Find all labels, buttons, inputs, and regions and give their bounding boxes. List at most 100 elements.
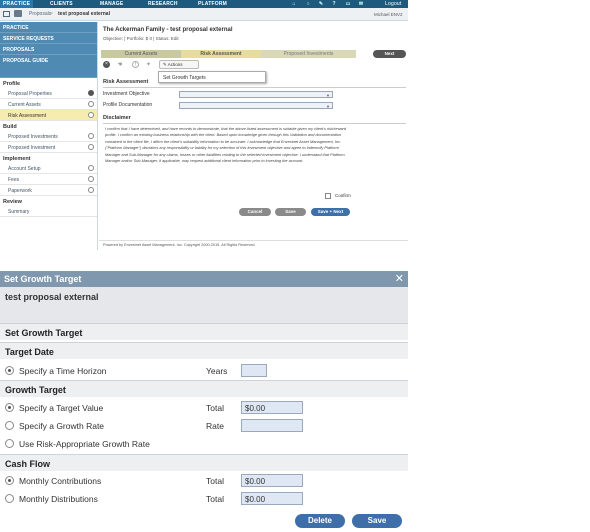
divider — [99, 240, 408, 241]
sidebar-item-summary[interactable]: Summary — [0, 206, 97, 217]
growth-rate-label: Specify a Growth Rate — [19, 421, 105, 431]
breadcrumb-separator: > — [50, 11, 53, 17]
step-risk-assessment[interactable]: Risk Assessment — [181, 50, 261, 58]
item-label: Paperwork — [8, 188, 32, 194]
total-label: Total — [206, 403, 224, 413]
distrib-total-label: Total — [206, 494, 224, 504]
target-value-label: Specify a Target Value — [19, 403, 104, 413]
confirm-checkbox[interactable] — [325, 193, 331, 199]
proposal-name: test proposal external — [5, 292, 99, 302]
dialog-header: Set Growth Target ✕ — [0, 271, 408, 287]
menu-item-set-growth-targets[interactable]: Set Growth Targets — [158, 71, 266, 83]
nav-research[interactable]: RESEARCH — [148, 1, 178, 7]
radio-monthly-contributions[interactable] — [5, 476, 14, 485]
nav-manage[interactable]: MANAGE — [100, 1, 123, 7]
sidebar-practice[interactable]: PRACTICE — [0, 22, 97, 33]
item-label: Fees — [8, 177, 20, 183]
layers-icon — [14, 10, 22, 17]
delete-icon[interactable]: × — [103, 61, 110, 68]
radio-risk-appropriate[interactable] — [5, 439, 14, 448]
item-label: Risk Assessment — [8, 113, 47, 119]
info-icon[interactable]: ! — [132, 61, 139, 68]
sidebar-item-fees[interactable]: Fees — [0, 174, 97, 185]
main-panel: The Ackerman Family - test proposal exte… — [99, 22, 408, 250]
dialog-heading: Set Growth Target — [0, 323, 408, 340]
item-label: Proposed Investments — [8, 134, 58, 140]
save-next-button[interactable]: Save + Next — [311, 208, 350, 216]
nav-practice[interactable]: PRACTICE — [0, 0, 34, 8]
target-total-input[interactable]: $0.00 — [241, 401, 303, 414]
help-icon[interactable]: ? — [331, 1, 337, 7]
step-current-assets[interactable]: Current Assets — [101, 50, 181, 58]
bulb-icon[interactable]: ✦ — [146, 61, 151, 68]
risk-appropriate-label: Use Risk-Appropriate Growth Rate — [19, 439, 150, 449]
delete-button[interactable]: Delete — [295, 514, 345, 528]
sidebar-item-risk-assessment[interactable]: Risk Assessment — [0, 110, 97, 121]
contrib-total-input[interactable]: $0.00 — [241, 474, 303, 487]
panel-toggle-icon[interactable] — [3, 11, 10, 17]
wrench-icon[interactable]: ✎ — [318, 1, 324, 7]
chat-icon[interactable]: ▭ — [345, 1, 351, 7]
actions-label: Actions — [167, 62, 183, 67]
status-circle-icon — [88, 112, 94, 118]
footer-text: Powered by Envestnet Asset Management, I… — [103, 243, 256, 247]
chevron-down-icon: ▼ — [326, 93, 330, 98]
user-name[interactable]: Michael ENV2 — [374, 12, 403, 17]
sidebar-item-proposed-investment[interactable]: Proposed Investment — [0, 142, 97, 153]
sidebar-item-proposal-properties[interactable]: Proposal Properties — [0, 88, 97, 99]
years-input[interactable] — [241, 364, 267, 377]
home-icon[interactable]: ⌂ — [291, 1, 297, 7]
radio-target-value[interactable] — [5, 403, 14, 412]
rate-input[interactable] — [241, 419, 303, 432]
dialog-title: Set Growth Target — [4, 274, 82, 284]
item-label: Proposed Investment — [8, 145, 56, 151]
section-growth-target: Growth Target — [0, 380, 408, 397]
distrib-total-input[interactable]: $0.00 — [241, 492, 303, 505]
sidebar-proposals[interactable]: PROPOSALS — [0, 44, 97, 55]
step-proposed-investments[interactable]: Proposed Investments — [261, 50, 356, 58]
profile-documentation-select[interactable]: ▼ — [179, 102, 333, 109]
top-nav: PRACTICE CLIENTS MANAGE RESEARCH PLATFOR… — [0, 0, 408, 8]
section-cash-flow: Cash Flow — [0, 454, 408, 471]
item-label: Summary — [8, 209, 30, 215]
hand-icon[interactable]: ☚ — [117, 61, 122, 68]
contrib-total-label: Total — [206, 476, 224, 486]
complete-icon — [88, 90, 94, 96]
status-circle-icon — [88, 165, 94, 171]
sidebar-item-account-setup[interactable]: Account Setup — [0, 163, 97, 174]
section-build: Build — [3, 124, 17, 130]
cancel-button[interactable]: Cancel — [239, 208, 271, 216]
section-target-date: Target Date — [0, 342, 408, 359]
chevron-down-icon: ▼ — [326, 104, 330, 109]
sidebar: PRACTICE SERVICE REQUESTS PROPOSALS PROP… — [0, 22, 98, 250]
close-icon[interactable]: ✕ — [395, 272, 404, 285]
radio-growth-rate[interactable] — [5, 421, 14, 430]
mail-icon[interactable]: ✉ — [358, 1, 364, 7]
sidebar-proposal-guide[interactable]: PROPOSAL GUIDE — [0, 55, 97, 78]
radio-monthly-distributions[interactable] — [5, 494, 14, 503]
sidebar-item-current-assets[interactable]: Current Assets — [0, 99, 97, 110]
dialog-subheader: test proposal external — [0, 287, 408, 323]
next-button[interactable]: Next — [373, 50, 406, 58]
nav-platform[interactable]: PLATFORM — [198, 1, 227, 7]
investment-objective-select[interactable]: ▼ — [179, 91, 333, 98]
proposal-meta: Objective: | Portfolio: $ 0 | Status: Ed… — [103, 36, 179, 41]
sidebar-item-proposed-investments[interactable]: Proposed Investments — [0, 131, 97, 142]
item-label: Account Setup — [8, 166, 41, 172]
sidebar-item-paperwork[interactable]: Paperwork — [0, 185, 97, 196]
status-circle-icon — [88, 101, 94, 107]
page-title: The Ackerman Family - test proposal exte… — [103, 27, 233, 33]
search-icon[interactable]: ○ — [305, 1, 311, 7]
sidebar-service-requests[interactable]: SERVICE REQUESTS — [0, 33, 97, 44]
nav-clients[interactable]: CLIENTS — [50, 1, 73, 7]
dialog-save-button[interactable]: Save — [352, 514, 402, 528]
investment-objective-label: Investment Objective — [103, 91, 150, 97]
save-button[interactable]: Save — [275, 208, 306, 216]
actions-dropdown[interactable]: ✎ Actions — [159, 60, 199, 69]
radio-time-horizon[interactable] — [5, 366, 14, 375]
profile-documentation-label: Profile Documentation — [103, 102, 153, 108]
status-circle-icon — [88, 176, 94, 182]
logout-link[interactable]: Logout — [385, 1, 402, 7]
rate-label: Rate — [206, 421, 224, 431]
breadcrumb-proposals[interactable]: Proposals — [29, 11, 51, 17]
